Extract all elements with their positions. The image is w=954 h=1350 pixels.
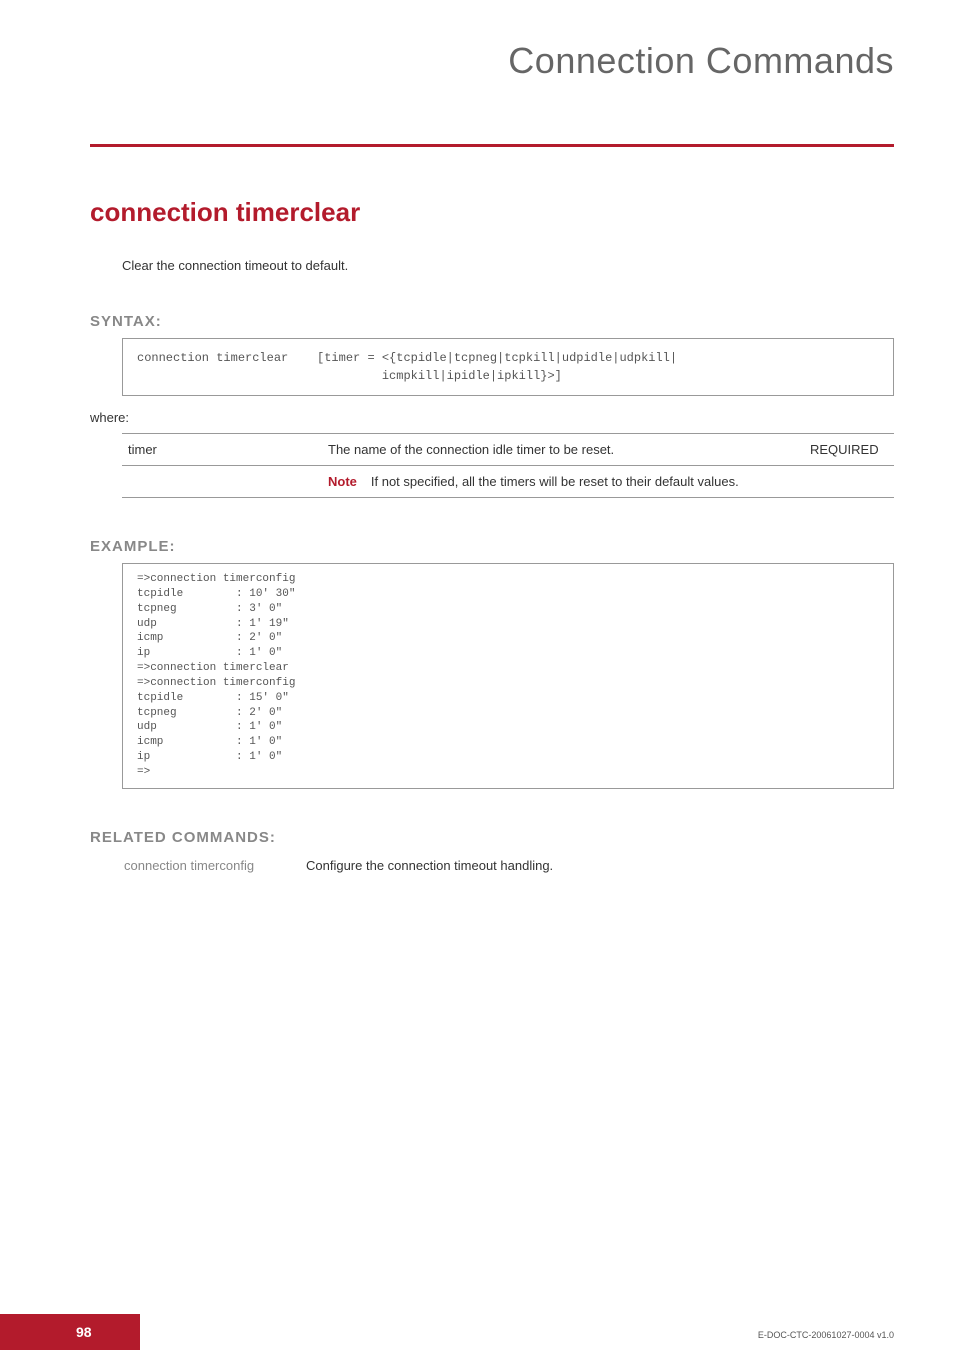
related-table: connection timerconfig Configure the con… (122, 854, 565, 877)
related-command: connection timerconfig (124, 856, 304, 875)
param-required: REQUIRED (804, 434, 894, 466)
where-label: where: (90, 410, 894, 425)
page-number: 98 (0, 1314, 140, 1350)
note-label: Note (328, 474, 357, 489)
param-row: timer The name of the connection idle ti… (122, 434, 894, 466)
note-text: If not specified, all the timers will be… (371, 474, 739, 489)
doc-id: E-DOC-CTC-20061027-0004 v1.0 (758, 1330, 894, 1340)
header-rule (90, 144, 894, 147)
param-table: timer The name of the connection idle ti… (122, 433, 894, 498)
related-label: RELATED COMMANDS: (90, 829, 894, 846)
command-description: Clear the connection timeout to default. (122, 258, 894, 273)
related-row: connection timerconfig Configure the con… (124, 856, 563, 875)
param-desc: The name of the connection idle timer to… (322, 434, 804, 466)
section-header: Connection Commands (90, 40, 894, 94)
footer: 98 E-DOC-CTC-20061027-0004 v1.0 (0, 1314, 954, 1350)
example-box: =>connection timerconfig tcpidle : 10' 3… (122, 563, 894, 789)
param-note-row: Note If not specified, all the timers wi… (122, 466, 894, 498)
syntax-label: SYNTAX: (90, 313, 894, 330)
example-label: EXAMPLE: (90, 538, 894, 555)
syntax-box: connection timerclear [timer = <{tcpidle… (122, 338, 894, 396)
related-description: Configure the connection timeout handlin… (306, 856, 563, 875)
command-title: connection timerclear (90, 197, 894, 228)
param-name: timer (122, 434, 322, 466)
